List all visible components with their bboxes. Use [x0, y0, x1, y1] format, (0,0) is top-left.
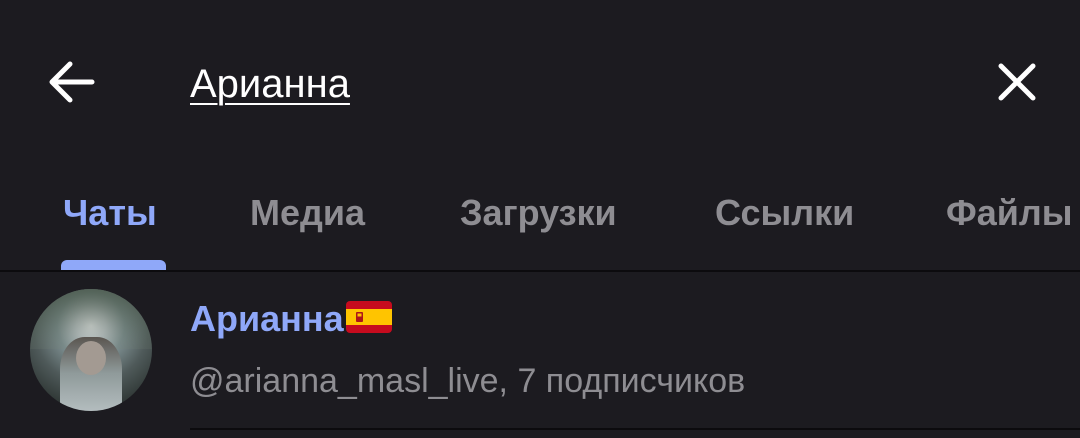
spain-flag-icon	[345, 301, 392, 333]
tab-media[interactable]: Медиа	[250, 190, 365, 236]
tab-files[interactable]: Файлы	[946, 190, 1073, 236]
search-result-row[interactable]: Арианна @arianna_masl_live, 7 подписчико…	[0, 272, 1080, 430]
result-divider	[190, 428, 1080, 430]
active-tab-indicator	[61, 260, 166, 270]
back-button[interactable]	[30, 45, 114, 119]
arrow-left-icon	[49, 61, 95, 103]
search-input[interactable]: Арианна	[190, 58, 350, 110]
search-tabs: Чаты Медиа Загрузки Ссылки Файлы	[0, 170, 1080, 270]
result-name: Арианна	[190, 294, 392, 344]
result-name-text: Арианна	[190, 298, 344, 339]
search-screen: Арианна Чаты Медиа Загрузки Ссылки Файлы…	[0, 0, 1080, 438]
tab-chats[interactable]: Чаты	[63, 190, 157, 236]
tab-links[interactable]: Ссылки	[715, 190, 854, 236]
tab-downloads[interactable]: Загрузки	[460, 190, 617, 236]
clear-search-button[interactable]	[975, 40, 1059, 124]
close-icon	[998, 63, 1036, 101]
result-subtitle: @arianna_masl_live, 7 подписчиков	[190, 362, 746, 400]
avatar	[30, 289, 152, 411]
